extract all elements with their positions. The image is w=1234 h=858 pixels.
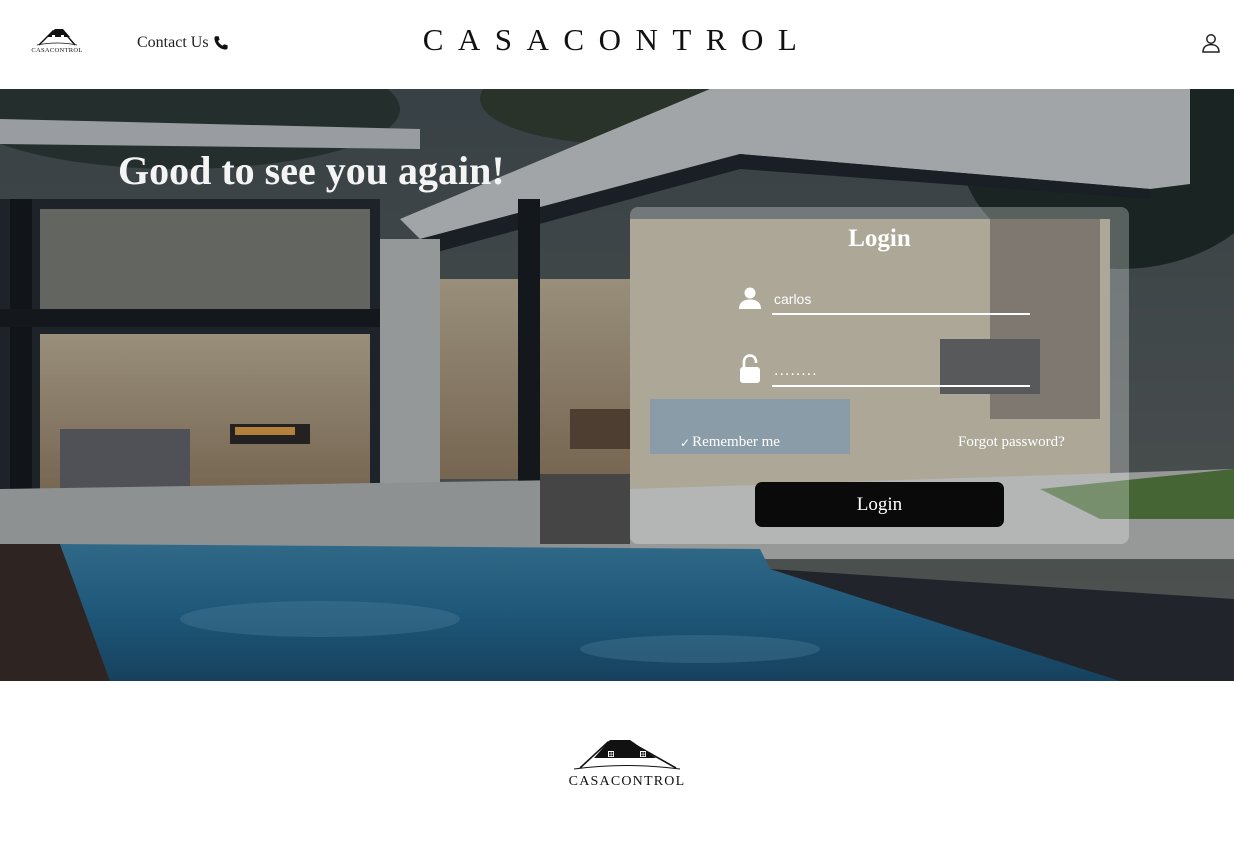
remember-me-checkbox[interactable]: ✓ Remember me xyxy=(680,434,780,451)
password-field-group xyxy=(738,354,1030,397)
house-logo-icon xyxy=(573,740,681,770)
login-title: Login xyxy=(848,225,911,252)
password-input[interactable] xyxy=(772,357,1030,387)
username-input[interactable] xyxy=(772,285,1030,315)
checkmark-icon: ✓ xyxy=(680,435,691,450)
footer-logo: CASACONTROL xyxy=(560,736,694,796)
footer-logo-text: CASACONTROL xyxy=(568,774,686,789)
forgot-password-link[interactable]: Forgot password? xyxy=(958,434,1065,451)
remember-me-label: Remember me xyxy=(692,434,780,450)
site-header: CASACONTROL Contact Us CASACONTROL xyxy=(0,0,1234,89)
hero-section: Good to see you again! Login ✓ Remember … xyxy=(0,89,1234,681)
greeting-heading: Good to see you again! xyxy=(118,148,505,193)
user-icon xyxy=(1202,34,1220,53)
login-button[interactable]: Login xyxy=(755,482,1004,527)
username-field-group xyxy=(738,285,1030,325)
user-icon xyxy=(739,287,761,309)
login-form: Login ✓ Remember me Forgot password? Log… xyxy=(630,207,1129,544)
lock-icon xyxy=(740,354,760,383)
user-account-button[interactable] xyxy=(1200,32,1222,54)
brand-title: CASACONTROL xyxy=(422,22,812,57)
